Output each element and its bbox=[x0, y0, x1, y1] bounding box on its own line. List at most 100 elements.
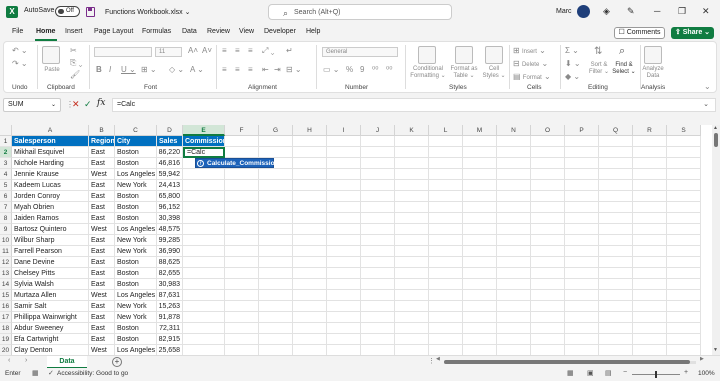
format-painter-icon[interactable]: 🖌 bbox=[70, 70, 80, 79]
cell[interactable] bbox=[361, 180, 395, 191]
cell[interactable] bbox=[599, 257, 633, 268]
next-sheet-icon[interactable]: › bbox=[25, 357, 27, 364]
cell[interactable] bbox=[183, 268, 225, 279]
cell[interactable]: 24,413 bbox=[157, 180, 183, 191]
cell[interactable] bbox=[361, 345, 395, 355]
row-header[interactable]: 7 bbox=[0, 202, 12, 213]
align-bottom-icon[interactable]: ≡ bbox=[248, 46, 253, 55]
add-sheet-icon[interactable]: + bbox=[112, 357, 122, 367]
normal-view-icon[interactable]: ▦ bbox=[567, 369, 574, 377]
cell[interactable]: Boston bbox=[115, 202, 157, 213]
cell[interactable]: 15,263 bbox=[157, 301, 183, 312]
cell[interactable] bbox=[497, 257, 531, 268]
column-header[interactable]: B bbox=[89, 125, 115, 136]
tab-review[interactable]: Review bbox=[207, 28, 230, 35]
cell[interactable]: Boston bbox=[115, 191, 157, 202]
cell[interactable] bbox=[599, 180, 633, 191]
font-color-icon[interactable]: A ⌄ bbox=[190, 65, 204, 74]
cell[interactable]: East bbox=[89, 268, 115, 279]
cell[interactable] bbox=[183, 224, 225, 235]
cell[interactable] bbox=[225, 213, 259, 224]
enter-icon[interactable]: ✓ bbox=[84, 99, 92, 110]
cell[interactable] bbox=[565, 136, 599, 147]
formula-input[interactable]: =Calc ⌄ bbox=[112, 98, 716, 112]
cell[interactable] bbox=[667, 290, 701, 301]
column-header[interactable]: E bbox=[183, 125, 225, 136]
cell[interactable] bbox=[395, 279, 429, 290]
cell[interactable] bbox=[531, 290, 565, 301]
cell[interactable]: 65,800 bbox=[157, 191, 183, 202]
cell[interactable]: East bbox=[89, 334, 115, 345]
cell[interactable] bbox=[395, 147, 429, 158]
zoom-slider-knob[interactable] bbox=[655, 371, 657, 378]
cell[interactable] bbox=[633, 334, 667, 345]
cell[interactable] bbox=[497, 147, 531, 158]
tab-home[interactable]: Home bbox=[36, 28, 55, 35]
cell[interactable] bbox=[259, 180, 293, 191]
cell[interactable] bbox=[225, 147, 259, 158]
column-header[interactable]: M bbox=[463, 125, 497, 136]
tab-developer[interactable]: Developer bbox=[264, 28, 296, 35]
orientation-icon[interactable]: ⤢ ⌄ bbox=[262, 46, 274, 56]
bold-icon[interactable]: B bbox=[96, 65, 102, 74]
row-header[interactable]: 5 bbox=[0, 180, 12, 191]
cell[interactable]: Farrell Pearson bbox=[12, 246, 89, 257]
cell[interactable] bbox=[497, 290, 531, 301]
cell[interactable] bbox=[293, 147, 327, 158]
sort-filter-icon[interactable]: ⇅ bbox=[594, 46, 602, 57]
cell[interactable] bbox=[259, 312, 293, 323]
cell[interactable]: Murtaza Allen bbox=[12, 290, 89, 301]
cell[interactable]: Jorden Conroy bbox=[12, 191, 89, 202]
cell[interactable] bbox=[361, 169, 395, 180]
cell[interactable] bbox=[463, 180, 497, 191]
cell[interactable] bbox=[183, 312, 225, 323]
cell[interactable] bbox=[225, 257, 259, 268]
cell[interactable]: Kadeem Lucas bbox=[12, 180, 89, 191]
cell[interactable] bbox=[395, 235, 429, 246]
cell[interactable] bbox=[429, 257, 463, 268]
cell[interactable] bbox=[599, 279, 633, 290]
cell[interactable]: 30,983 bbox=[157, 279, 183, 290]
cell[interactable] bbox=[395, 301, 429, 312]
cell[interactable]: 86,220 bbox=[157, 147, 183, 158]
cell[interactable] bbox=[327, 268, 361, 279]
decrease-indent-icon[interactable]: ⇤ bbox=[262, 65, 269, 74]
cell[interactable]: East bbox=[89, 191, 115, 202]
row-header[interactable]: 14 bbox=[0, 279, 12, 290]
cell[interactable] bbox=[327, 147, 361, 158]
cell[interactable] bbox=[565, 224, 599, 235]
cell[interactable] bbox=[395, 290, 429, 301]
cell[interactable] bbox=[463, 345, 497, 355]
cell[interactable] bbox=[463, 334, 497, 345]
cell[interactable] bbox=[599, 213, 633, 224]
zoom-in-icon[interactable]: + bbox=[684, 369, 688, 376]
autosave-toggle[interactable]: Off bbox=[55, 6, 80, 17]
find-select-icon[interactable]: ⌕ bbox=[619, 45, 625, 58]
fill-color-icon[interactable]: ◇ ⌄ bbox=[169, 65, 184, 74]
cell[interactable]: East bbox=[89, 257, 115, 268]
cell[interactable]: East bbox=[89, 147, 115, 158]
row-header[interactable]: 19 bbox=[0, 334, 12, 345]
cell[interactable] bbox=[327, 202, 361, 213]
name-box[interactable]: SUM ⌄ bbox=[3, 98, 61, 112]
cell[interactable] bbox=[633, 301, 667, 312]
cell[interactable] bbox=[259, 213, 293, 224]
cell[interactable] bbox=[259, 246, 293, 257]
column-title-cell[interactable]: Sales bbox=[157, 136, 183, 147]
cell[interactable] bbox=[599, 290, 633, 301]
align-top-icon[interactable]: ≡ bbox=[222, 46, 227, 55]
cell[interactable] bbox=[565, 213, 599, 224]
cell[interactable]: West bbox=[89, 169, 115, 180]
cell[interactable] bbox=[183, 257, 225, 268]
cell[interactable] bbox=[565, 279, 599, 290]
cell[interactable] bbox=[395, 213, 429, 224]
align-right-icon[interactable]: ≡ bbox=[248, 65, 253, 74]
cell[interactable] bbox=[531, 235, 565, 246]
undo-icon[interactable]: ↶ ⌄ bbox=[12, 46, 28, 55]
align-center-icon[interactable]: ≡ bbox=[235, 65, 240, 74]
cell[interactable] bbox=[361, 224, 395, 235]
row-header[interactable]: 4 bbox=[0, 169, 12, 180]
paste-icon[interactable] bbox=[42, 46, 60, 64]
cell[interactable]: 48,575 bbox=[157, 224, 183, 235]
cell[interactable] bbox=[497, 213, 531, 224]
